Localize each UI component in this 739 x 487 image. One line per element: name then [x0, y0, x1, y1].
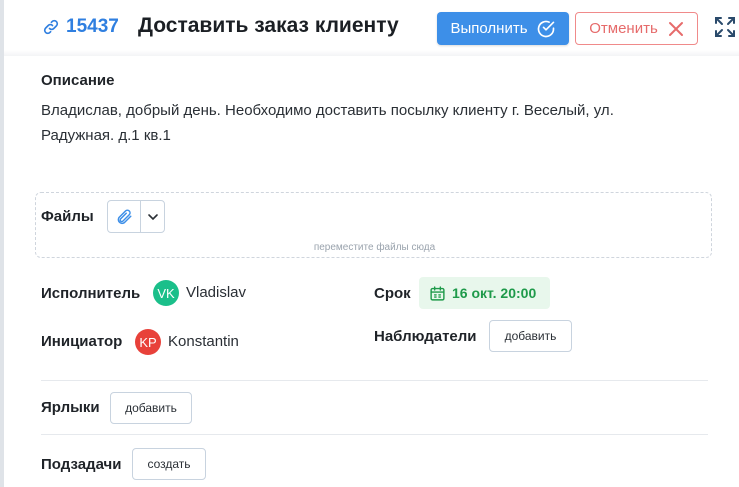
deadline-value: 16 окт. 20:00 [452, 285, 537, 301]
cancel-button[interactable]: Отменить [575, 12, 698, 45]
expand-icon[interactable] [714, 16, 736, 38]
close-icon [668, 21, 683, 36]
divider [41, 380, 708, 381]
files-label: Файлы [41, 208, 94, 225]
deadline-label: Срок [374, 285, 411, 302]
tags-label: Ярлыки [41, 399, 100, 416]
paperclip-icon [117, 208, 132, 224]
subtasks-label: Подзадачи [41, 456, 122, 473]
task-id-number: 15437 [66, 16, 119, 37]
attach-options-dropdown[interactable] [141, 201, 164, 232]
complete-button-label: Выполнить [450, 20, 528, 37]
add-tag-button[interactable]: добавить [110, 392, 192, 424]
initiator-avatar[interactable]: KP [135, 329, 161, 355]
cancel-button-label: Отменить [589, 20, 658, 37]
link-icon [43, 19, 59, 35]
task-id-link[interactable]: 15437 [42, 16, 119, 38]
attach-file-button[interactable] [108, 201, 141, 232]
watchers-label: Наблюдатели [374, 328, 477, 345]
initiator-label: Инициатор [41, 333, 123, 350]
check-circle-icon [537, 20, 554, 37]
assignee-label: Исполнитель [41, 285, 141, 302]
complete-button[interactable]: Выполнить [437, 12, 569, 45]
assignee-name[interactable]: Vladislav [186, 284, 246, 301]
assignee-avatar[interactable]: VK [153, 280, 179, 306]
page-title: Доставить заказ клиенту [138, 14, 399, 37]
add-watcher-button[interactable]: добавить [489, 320, 572, 352]
calendar-icon [430, 285, 445, 301]
drop-hint: переместите файлы сюда [313, 242, 436, 253]
description-text: Владислав, добрый день. Необходимо доста… [41, 102, 614, 144]
description-label: Описание [41, 72, 115, 89]
initiator-name[interactable]: Konstantin [168, 333, 239, 350]
attach-file-control [107, 200, 165, 233]
divider [41, 434, 708, 435]
create-subtask-button[interactable]: создать [132, 448, 206, 480]
deadline-badge[interactable]: 16 окт. 20:00 [419, 277, 550, 309]
chevron-down-icon [147, 213, 158, 220]
